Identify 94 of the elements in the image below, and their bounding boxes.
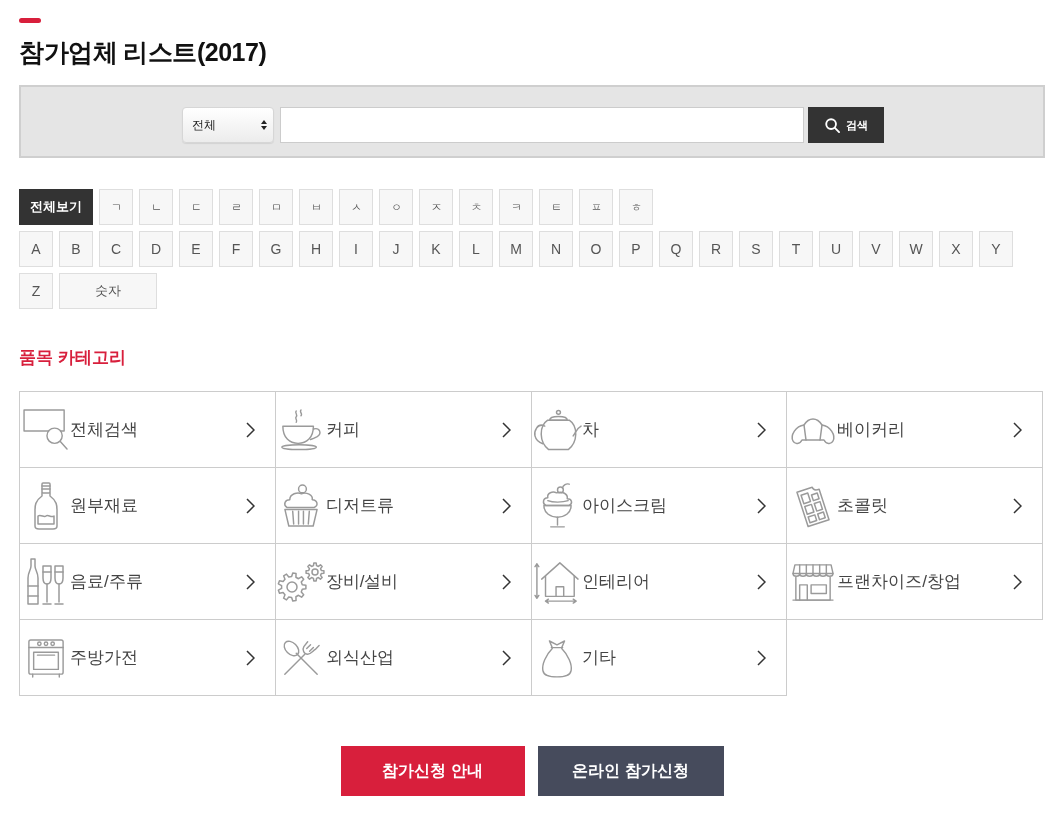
index-filter-button[interactable]: ㅈ [419, 189, 453, 225]
index-filter-button[interactable]: G [259, 231, 293, 267]
index-filter-button[interactable]: X [939, 231, 973, 267]
category-link[interactable]: 초콜릿 [787, 468, 1043, 544]
online-application-button[interactable]: 온라인 참가신청 [537, 746, 724, 796]
search-icon [824, 117, 840, 133]
index-filter-button[interactable]: ㅁ [259, 189, 293, 225]
index-filter-button[interactable]: K [419, 231, 453, 267]
spoon-fork-icon [281, 637, 322, 678]
storefront-icon [791, 561, 834, 602]
index-filter-button[interactable]: S [739, 231, 773, 267]
index-filter-button[interactable]: I [339, 231, 373, 267]
oven-icon [26, 637, 65, 678]
index-filter-button[interactable]: A [19, 231, 53, 267]
index-filter-button[interactable]: 전체보기 [19, 189, 93, 225]
category-link[interactable]: 장비/설비 [275, 544, 532, 620]
index-filter-button[interactable]: ㅅ [339, 189, 373, 225]
index-filter-button[interactable]: U [819, 231, 853, 267]
index-filter-button[interactable]: Z [19, 273, 53, 309]
category-link[interactable]: 디저트류 [275, 468, 532, 544]
category-link[interactable]: 차 [531, 392, 788, 468]
chevron-right-icon [245, 421, 255, 438]
category-link[interactable]: 기타 [531, 620, 788, 696]
application-guide-button[interactable]: 참가신청 안내 [340, 746, 525, 796]
bottle-glasses-icon [26, 557, 65, 606]
chevron-right-icon [757, 421, 767, 438]
index-filter-button[interactable]: ㅍ [579, 189, 613, 225]
category-link[interactable]: 인테리어 [531, 544, 788, 620]
category-heading: 품목 카테고리 [19, 347, 127, 369]
index-filter-button[interactable]: ㄷ [179, 189, 213, 225]
bottle-icon [31, 481, 60, 530]
index-filter-button[interactable]: ㅂ [299, 189, 333, 225]
index-filter-button[interactable]: M [499, 231, 533, 267]
chevron-right-icon [1013, 573, 1022, 590]
index-filter-button[interactable]: J [379, 231, 413, 267]
search-input[interactable] [280, 107, 804, 143]
index-filter-button[interactable]: ㅋ [499, 189, 533, 225]
index-filter-button[interactable]: T [779, 231, 813, 267]
house-icon [534, 559, 580, 604]
index-filter-button[interactable]: O [579, 231, 613, 267]
category-link[interactable]: 원부재료 [20, 468, 276, 544]
sack-icon [540, 637, 574, 678]
chevron-right-icon [501, 497, 511, 514]
index-filter-button[interactable]: H [299, 231, 333, 267]
chevron-right-icon [245, 497, 255, 514]
search-button[interactable]: 검색 [808, 107, 884, 143]
coffee-cup-icon [280, 408, 323, 451]
index-filter-button[interactable]: ㅎ [619, 189, 653, 225]
index-filter-button[interactable]: Q [659, 231, 693, 267]
chevron-right-icon [1013, 421, 1022, 438]
index-filter-button[interactable]: C [99, 231, 133, 267]
category-link[interactable]: 커피 [275, 392, 532, 468]
teapot-icon [532, 407, 582, 452]
index-filter-button[interactable]: B [59, 231, 93, 267]
index-filter-button[interactable]: N [539, 231, 573, 267]
dropdown-arrows-icon [261, 120, 267, 130]
index-filter-button[interactable]: V [859, 231, 893, 267]
index-filter-button[interactable]: ㅇ [379, 189, 413, 225]
chevron-right-icon [757, 573, 767, 590]
chevron-right-icon [245, 649, 255, 666]
chevron-right-icon [501, 649, 511, 666]
chevron-right-icon [757, 649, 767, 666]
index-filter-button[interactable]: ㄹ [219, 189, 253, 225]
chevron-right-icon [757, 497, 767, 514]
index-filter-button[interactable]: Y [979, 231, 1013, 267]
ice-cream-icon [540, 482, 574, 529]
gears-icon [277, 561, 326, 602]
index-filter-button[interactable]: W [899, 231, 933, 267]
category-link[interactable]: 음료/주류 [20, 544, 276, 620]
chevron-right-icon [501, 573, 511, 590]
category-link[interactable]: 전체검색 [20, 392, 276, 468]
screen-search-icon [22, 408, 69, 451]
category-link[interactable]: 베이커리 [787, 392, 1043, 468]
index-filter-button[interactable]: ㅊ [459, 189, 493, 225]
category-link[interactable]: 아이스크림 [531, 468, 788, 544]
index-filter-button[interactable]: ㄴ [139, 189, 173, 225]
title-accent-bar [19, 18, 41, 23]
category-link[interactable]: 주방가전 [20, 620, 276, 696]
index-filter-button[interactable]: F [219, 231, 253, 267]
index-filter-button[interactable]: E [179, 231, 213, 267]
search-scope-select[interactable]: 전체 [182, 107, 274, 143]
index-filter-button[interactable]: L [459, 231, 493, 267]
chevron-right-icon [245, 573, 255, 590]
page-title: 참가업체 리스트(2017) [19, 37, 268, 68]
category-link[interactable]: 외식산업 [275, 620, 532, 696]
index-filter-button[interactable]: P [619, 231, 653, 267]
index-filter-button[interactable]: R [699, 231, 733, 267]
index-filter-button[interactable]: D [139, 231, 173, 267]
index-filter-button[interactable]: 숫자 [59, 273, 157, 309]
index-filter-button[interactable]: ㄱ [99, 189, 133, 225]
category-link[interactable]: 프랜차이즈/창업 [787, 544, 1043, 620]
chevron-right-icon [1013, 497, 1022, 514]
index-filter-button[interactable]: ㅌ [539, 189, 573, 225]
chevron-right-icon [501, 421, 511, 438]
